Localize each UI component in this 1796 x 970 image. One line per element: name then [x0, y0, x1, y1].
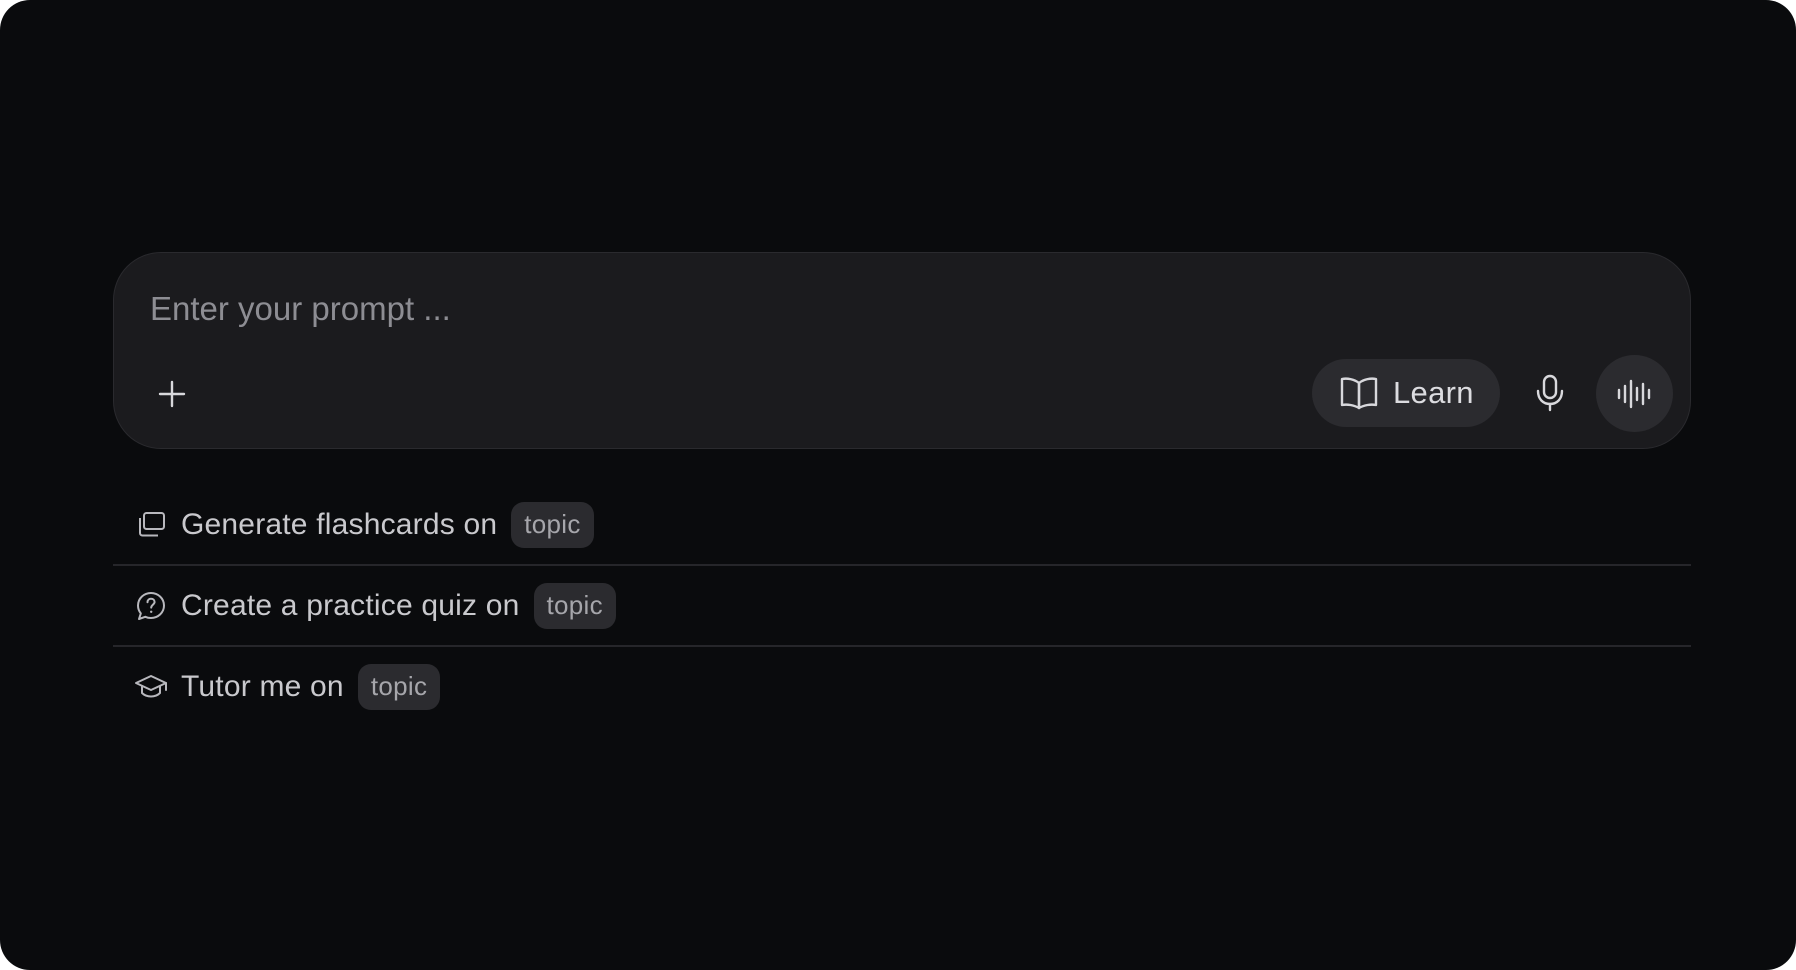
flashcards-icon: [134, 508, 168, 542]
add-attachment-button[interactable]: [150, 372, 194, 416]
book-icon: [1340, 377, 1378, 410]
app-frame: Learn: [0, 0, 1796, 970]
topic-tag[interactable]: topic: [511, 501, 594, 548]
suggestion-text: Create a practice quiz on: [181, 588, 520, 622]
plus-icon: [158, 380, 186, 408]
prompt-input[interactable]: [150, 279, 1450, 339]
suggestion-quiz[interactable]: Create a practice quiz on topic: [113, 566, 1691, 647]
graduation-cap-icon: [134, 670, 168, 704]
suggestion-list: Generate flashcards on topic Create a pr…: [113, 485, 1691, 726]
microphone-button[interactable]: [1524, 367, 1576, 419]
topic-tag[interactable]: topic: [533, 582, 616, 629]
microphone-icon: [1536, 374, 1564, 412]
suggestion-flashcards[interactable]: Generate flashcards on topic: [113, 485, 1691, 566]
suggestion-text: Tutor me on: [181, 669, 344, 703]
suggestion-tutor[interactable]: Tutor me on topic: [113, 647, 1691, 726]
voice-mode-button[interactable]: [1596, 355, 1673, 432]
suggestion-text: Generate flashcards on: [181, 507, 498, 541]
prompt-composer: Learn: [113, 252, 1691, 449]
topic-tag[interactable]: topic: [357, 663, 441, 710]
learn-mode-label: Learn: [1393, 375, 1474, 410]
question-bubble-icon: [134, 589, 168, 623]
waveform-icon: [1617, 379, 1650, 408]
learn-mode-button[interactable]: Learn: [1312, 359, 1500, 427]
